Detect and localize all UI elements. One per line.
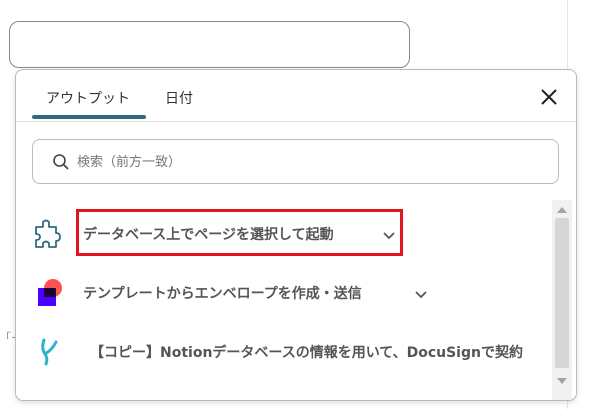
search-icon — [53, 154, 69, 170]
trigger-list: データベース上でページを選択して起動 テンプレートからエンベロープを作成・送信 … — [16, 200, 552, 400]
tab-bar: アウトプット 日付 — [16, 70, 576, 122]
tab-output[interactable]: アウトプット — [46, 88, 130, 108]
close-button[interactable] — [538, 86, 560, 108]
list-item-label: 【コピー】Notionデータベースの情報を用いて、DocuSignで契約 — [90, 345, 523, 361]
list-item[interactable]: テンプレートからエンベロープを作成・送信 — [16, 259, 552, 315]
search-input[interactable] — [77, 151, 537, 173]
scrollbar[interactable] — [552, 200, 572, 400]
scroll-thumb[interactable] — [555, 218, 569, 368]
scroll-down-icon[interactable] — [557, 378, 567, 384]
list-item[interactable]: データベース上でページを選択して起動 — [16, 200, 552, 256]
list-item-label: テンプレートからエンベロープを作成・送信 — [83, 286, 362, 302]
chevron-down-icon[interactable] — [382, 231, 396, 241]
docusign-icon — [38, 279, 62, 306]
scroll-up-icon[interactable] — [557, 207, 567, 213]
yoom-icon — [41, 338, 58, 366]
list-item-label: データベース上でページを選択して起動 — [83, 227, 334, 243]
tab-date[interactable]: 日付 — [165, 88, 193, 108]
search-box — [32, 139, 559, 184]
puzzle-icon — [35, 219, 61, 248]
output-picker-popup: アウトプット 日付 データベース上でページを選択して起動 — [15, 69, 577, 401]
list-item[interactable]: 【コピー】Notionデータベースの情報を用いて、DocuSignで契約 — [16, 318, 552, 374]
active-tab-indicator — [32, 115, 146, 119]
close-icon — [541, 89, 557, 105]
chevron-down-icon[interactable] — [414, 290, 428, 300]
background-input[interactable] — [9, 21, 410, 68]
